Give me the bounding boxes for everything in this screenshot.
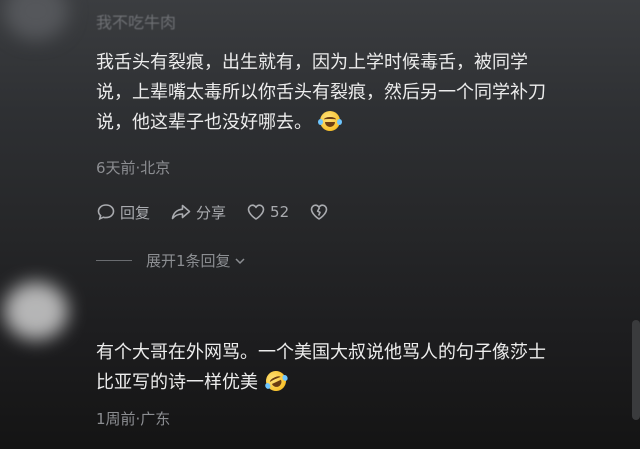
comment-time-location: 6天前·北京 <box>96 159 171 177</box>
share-arrow-icon <box>171 204 191 220</box>
avatar[interactable] <box>4 282 68 340</box>
share-label: 分享 <box>196 203 227 222</box>
comment-text-line: 说，上辈嘴太毒所以你舌头有裂痕，然后另一个同学补刀 <box>96 82 546 103</box>
comment-actions: 回复 分享 52 <box>96 201 353 223</box>
expand-replies-label: 展开1条回复 <box>146 252 231 270</box>
heart-icon <box>247 204 265 220</box>
chevron-down-icon <box>235 257 245 264</box>
comment-time-location: 1周前·广东 <box>96 410 171 428</box>
reply-label: 回复 <box>120 203 151 222</box>
broken-heart-icon <box>310 204 328 220</box>
chat-bubble-icon <box>97 204 115 221</box>
reply-button[interactable]: 回复 <box>96 202 150 223</box>
comment-text-line: 我舌头有裂痕，出生就有，因为上学时候毒舌，被同学 <box>96 52 528 73</box>
like-button[interactable]: 52 <box>246 202 289 222</box>
scrollbar[interactable] <box>632 320 640 420</box>
like-count: 52 <box>270 203 290 221</box>
share-button[interactable]: 分享 <box>170 202 226 223</box>
expand-replies-button[interactable]: 展开1条回复 <box>96 250 247 271</box>
dislike-button[interactable] <box>309 202 333 222</box>
comment-text: 有个大哥在外网骂。一个美国大叔说他骂人的句子像莎士 比亚写的诗一样优美 <box>96 338 616 398</box>
comment-text: 我舌头有裂痕，出生就有，因为上学时候毒舌，被同学 说，上辈嘴太毒所以你舌头有裂痕… <box>96 48 616 138</box>
expand-divider <box>96 260 132 261</box>
comment-text-line: 比亚写的诗一样优美 <box>96 367 616 398</box>
comment-text-line-content: 说，他这辈子也没好哪去。 <box>96 112 312 133</box>
comment-text-line-content: 比亚写的诗一样优美 <box>96 372 258 393</box>
comment-text-line: 说，他这辈子也没好哪去。 <box>96 108 616 138</box>
avatar[interactable] <box>4 0 68 40</box>
grinning-with-tears-emoji-icon <box>318 111 342 131</box>
rolling-laughing-emoji-icon <box>262 367 290 395</box>
comment-username[interactable]: 我不吃牛肉 <box>96 9 176 33</box>
comment-text-line: 有个大哥在外网骂。一个美国大叔说他骂人的句子像莎士 <box>96 342 546 363</box>
